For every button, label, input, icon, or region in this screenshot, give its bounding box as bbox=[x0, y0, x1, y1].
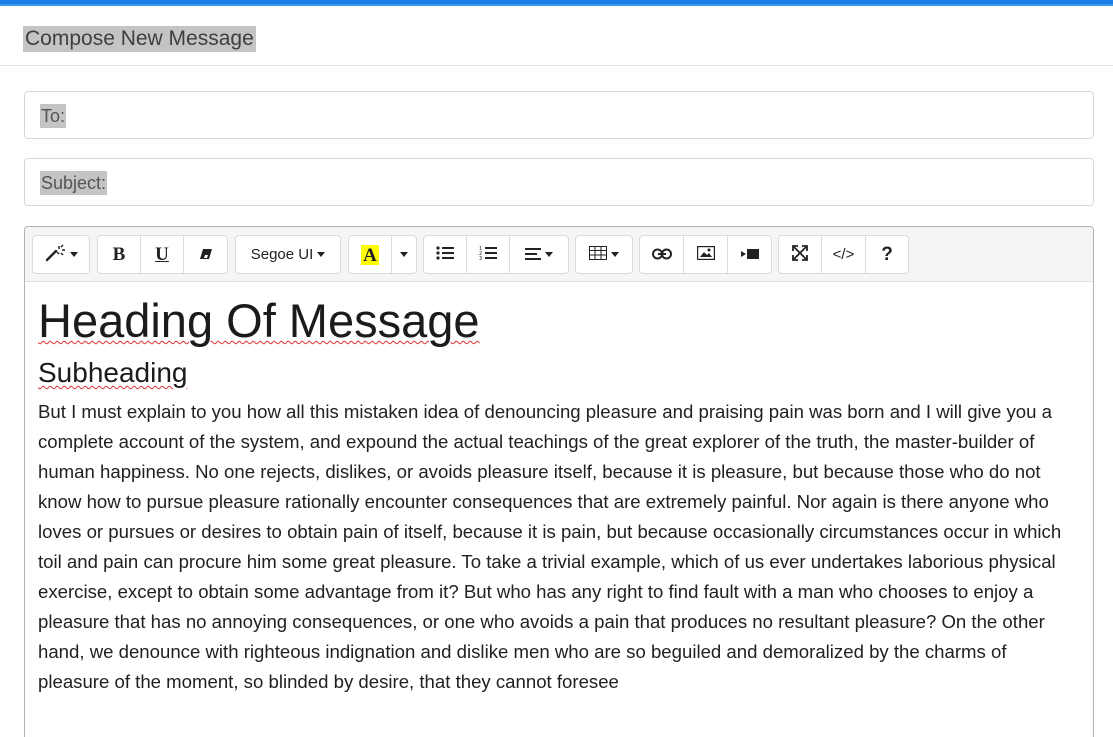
rich-text-editor: B U Segoe UI A 1 2 3 </> ? Heading Of Me… bbox=[24, 226, 1094, 737]
magic-wand-icon bbox=[44, 244, 66, 265]
highlight-color-button[interactable]: A bbox=[349, 236, 392, 273]
code-view-icon: </> bbox=[832, 246, 855, 263]
code-view-button[interactable]: </> bbox=[822, 236, 866, 273]
bullet-list-button[interactable] bbox=[424, 236, 467, 273]
to-label: To: bbox=[40, 104, 67, 128]
video-button[interactable] bbox=[728, 236, 771, 273]
align-icon bbox=[525, 247, 541, 263]
subject-field[interactable]: Subject: bbox=[24, 158, 1094, 206]
eraser-icon bbox=[199, 247, 213, 263]
message-subheading: Subheading bbox=[38, 357, 188, 388]
highlight-a-icon: A bbox=[361, 244, 379, 266]
style-group bbox=[32, 235, 90, 274]
image-icon bbox=[696, 245, 715, 263]
view-group: </> ? bbox=[778, 235, 909, 274]
fullscreen-button[interactable] bbox=[779, 236, 822, 273]
chevron-down-icon bbox=[70, 252, 78, 257]
chevron-down-icon bbox=[545, 252, 553, 257]
paragraph-group: 1 2 3 bbox=[423, 235, 569, 274]
font-family-dropdown[interactable]: Segoe UI bbox=[236, 236, 340, 273]
underline-button[interactable]: U bbox=[141, 236, 184, 273]
style-button[interactable] bbox=[33, 236, 89, 273]
insert-group bbox=[639, 235, 772, 274]
clear-format-button[interactable] bbox=[184, 236, 227, 273]
chevron-down-icon bbox=[611, 252, 619, 257]
to-field[interactable]: To: bbox=[24, 91, 1094, 139]
numbered-list-icon: 1 2 3 bbox=[479, 245, 497, 264]
help-icon: ? bbox=[881, 243, 893, 265]
bullet-list-icon bbox=[436, 246, 454, 263]
fullscreen-icon bbox=[792, 245, 808, 264]
table-icon bbox=[589, 246, 607, 263]
link-button[interactable] bbox=[640, 236, 684, 273]
color-dropdown-button[interactable] bbox=[392, 236, 416, 273]
table-button[interactable] bbox=[576, 236, 632, 273]
help-button[interactable]: ? bbox=[866, 236, 908, 273]
bold-button[interactable]: B bbox=[98, 236, 141, 273]
chevron-down-icon bbox=[400, 252, 408, 257]
subject-label: Subject: bbox=[40, 171, 108, 195]
message-paragraph: But I must explain to you how all this m… bbox=[38, 401, 1062, 692]
table-group bbox=[575, 235, 633, 274]
editor-toolbar: B U Segoe UI A 1 2 3 </> ? bbox=[25, 227, 1093, 282]
compose-header: Compose New Message bbox=[0, 6, 1113, 66]
chevron-down-icon bbox=[317, 252, 326, 257]
svg-text:3: 3 bbox=[479, 256, 482, 261]
color-group: A bbox=[348, 235, 417, 274]
video-icon bbox=[740, 247, 759, 263]
message-heading: Heading Of Message bbox=[38, 294, 480, 347]
font-family-label: Segoe UI bbox=[250, 246, 314, 263]
font-family-group: Segoe UI bbox=[235, 235, 341, 274]
editor-content[interactable]: Heading Of Message Subheading But I must… bbox=[38, 289, 1073, 697]
page-title: Compose New Message bbox=[23, 26, 256, 52]
numbered-list-button[interactable]: 1 2 3 bbox=[467, 236, 510, 273]
align-dropdown-button[interactable] bbox=[510, 236, 568, 273]
link-icon bbox=[651, 247, 672, 263]
font-style-group: B U bbox=[97, 235, 228, 274]
image-button[interactable] bbox=[684, 236, 728, 273]
